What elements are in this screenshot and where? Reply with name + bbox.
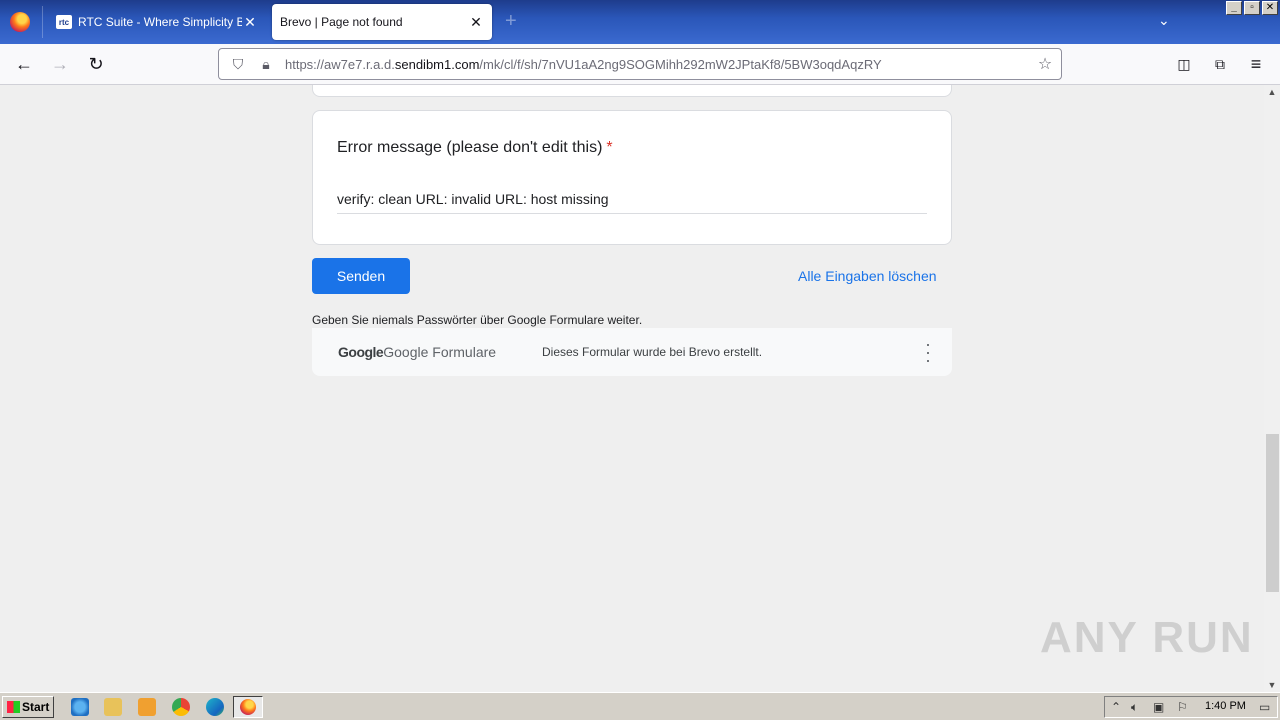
back-arrow-icon[interactable]: ← xyxy=(12,52,36,76)
close-window-button[interactable]: ✕ xyxy=(1262,1,1278,15)
internet-explorer-icon[interactable] xyxy=(71,698,89,716)
new-tab-icon[interactable]: + xyxy=(505,10,517,33)
password-warning: Geben Sie niemals Passwörter über Google… xyxy=(312,313,643,327)
chevron-down-icon[interactable]: ⌄ xyxy=(1158,12,1170,29)
url-path: /mk/cl/f/sh/7nVU1aA2ng9SOGMihh292mW2JPta… xyxy=(479,56,882,72)
url-text[interactable]: https://aw7e7.r.a.d.sendibm1.com/mk/cl/f… xyxy=(285,57,1035,72)
scroll-up-icon[interactable]: ▲ xyxy=(1264,85,1280,99)
submit-button[interactable]: Senden xyxy=(312,258,410,294)
required-marker: * xyxy=(606,139,613,156)
show-desktop-icon[interactable]: ▭ xyxy=(1259,700,1270,714)
start-label: Start xyxy=(22,700,50,714)
pocket-icon[interactable]: ◫ xyxy=(1172,52,1196,76)
google-wordmark: Google xyxy=(338,344,384,360)
more-vert-icon[interactable]: · · · xyxy=(922,335,934,369)
url-prefix: https://aw7e7.r.a.d. xyxy=(285,56,395,72)
close-icon[interactable]: ✕ xyxy=(242,14,258,31)
close-icon[interactable]: ✕ xyxy=(468,14,484,31)
scroll-thumb[interactable] xyxy=(1266,434,1279,592)
url-host: sendibm1.com xyxy=(394,56,480,72)
volume-icon[interactable]: 🔈︎ xyxy=(1131,700,1138,715)
window-controls: _ ▫ ✕ xyxy=(1226,1,1278,15)
tab-rtc-suite[interactable]: rtc RTC Suite - Where Simplicity Builds … xyxy=(48,4,266,40)
media-player-icon[interactable] xyxy=(138,698,156,716)
created-note: Dieses Formular wurde bei Brevo erstellt… xyxy=(542,345,763,359)
windows-logo-icon xyxy=(7,701,20,713)
question-card: Error message (please don't edit this) * … xyxy=(312,110,952,245)
tab-title: RTC Suite - Where Simplicity Builds xyxy=(78,15,242,29)
page-content: Error message (please don't edit this) * … xyxy=(0,85,1264,692)
forms-wordmark: Google Formulare xyxy=(383,344,497,360)
previous-question-card xyxy=(312,85,952,97)
action-center-flag-icon[interactable]: ⚐ xyxy=(1177,700,1188,714)
firefox-icon xyxy=(240,699,256,715)
taskbar: Start ⌃ 🔈︎ ▣ ⚐ 1:40 PM ▭ xyxy=(0,692,1280,720)
browser-tabstrip: rtc RTC Suite - Where Simplicity Builds … xyxy=(0,0,1280,44)
vertical-scrollbar[interactable]: ▲ ▼ xyxy=(1264,85,1280,692)
reload-icon[interactable]: ↻ xyxy=(84,52,108,76)
clear-form-link[interactable]: Alle Eingaben löschen xyxy=(798,268,937,284)
shield-icon[interactable]: ⛉ xyxy=(229,55,247,73)
firefox-taskbar-button[interactable] xyxy=(233,696,263,718)
chrome-icon[interactable] xyxy=(172,698,190,716)
tab-brevo[interactable]: Brevo | Page not found ✕ xyxy=(272,4,492,40)
forward-arrow-icon[interactable]: → xyxy=(48,52,72,76)
menu-icon[interactable]: ≡ xyxy=(1244,52,1268,76)
firefox-icon[interactable] xyxy=(10,12,30,32)
question-title-text: Error message (please don't edit this) xyxy=(337,139,603,156)
file-explorer-icon[interactable] xyxy=(104,698,122,716)
question-title: Error message (please don't edit this) * xyxy=(337,139,613,157)
rtc-favicon-icon: rtc xyxy=(56,15,72,29)
network-icon[interactable]: ▣ xyxy=(1153,700,1164,714)
bookmark-star-icon[interactable]: ☆ xyxy=(1035,54,1055,74)
clock[interactable]: 1:40 PM xyxy=(1205,700,1246,712)
minimize-button[interactable]: _ xyxy=(1226,1,1242,15)
tray-expand-icon[interactable]: ⌃ xyxy=(1111,700,1121,714)
answer-field[interactable]: verify: clean URL: invalid URL: host mis… xyxy=(337,191,927,214)
form-footer: GoogleGoogle Formulare Dieses Formular w… xyxy=(312,328,952,376)
system-tray: ⌃ 🔈︎ ▣ ⚐ 1:40 PM ▭ xyxy=(1104,696,1278,718)
navigation-bar: ← → ↻ ⛉ 🔒︎ https://aw7e7.r.a.d.sendibm1.… xyxy=(0,44,1280,85)
tab-separator xyxy=(42,6,43,38)
url-bar[interactable]: ⛉ 🔒︎ https://aw7e7.r.a.d.sendibm1.com/mk… xyxy=(218,48,1062,80)
anyrun-watermark: ANY RUN xyxy=(1040,613,1254,662)
edge-icon[interactable] xyxy=(206,698,224,716)
start-button[interactable]: Start xyxy=(2,696,54,718)
lock-icon[interactable]: 🔒︎ xyxy=(257,55,275,73)
extensions-icon[interactable]: ⧉ xyxy=(1208,52,1232,76)
scroll-down-icon[interactable]: ▼ xyxy=(1264,678,1280,692)
tab-title: Brevo | Page not found xyxy=(280,15,403,29)
google-forms-logo[interactable]: GoogleGoogle Formulare xyxy=(338,344,496,360)
maximize-button[interactable]: ▫ xyxy=(1244,1,1260,15)
